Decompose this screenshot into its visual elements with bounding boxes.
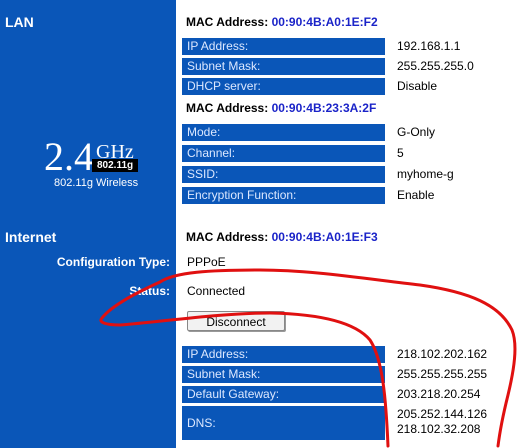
red-annotation-scribble [99, 268, 517, 448]
